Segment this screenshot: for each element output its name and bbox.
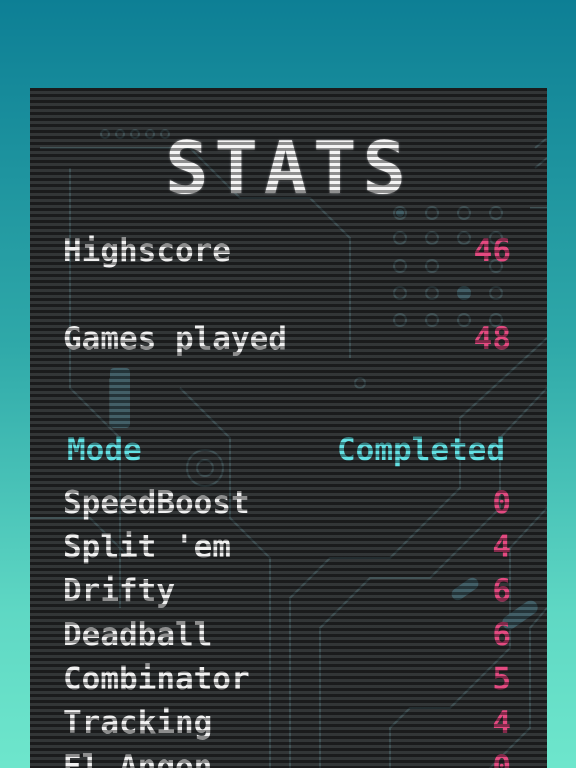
mode-row: Deadball 6 xyxy=(63,620,511,651)
mode-row: Split 'em 4 xyxy=(63,532,511,563)
stats-panel: STATS Highscore 46 Games played 48 Mode … xyxy=(30,88,547,768)
mode-completed-count: 5 xyxy=(492,661,511,697)
mode-completed-count: 0 xyxy=(492,749,511,768)
mode-completed-count: 0 xyxy=(492,485,511,521)
mode-column-header: Mode xyxy=(67,432,142,468)
highscore-value: 46 xyxy=(473,233,511,269)
games-played-row: Games played 48 xyxy=(63,324,511,355)
mode-name: Deadball xyxy=(63,617,213,653)
mode-name: SpeedBoost xyxy=(63,485,250,521)
games-played-label: Games played xyxy=(63,321,287,357)
stats-title: STATS xyxy=(165,126,412,210)
mode-completed-count: 6 xyxy=(492,573,511,609)
mode-row: El Angon 0 xyxy=(63,752,511,768)
mode-name: El Angon xyxy=(63,749,213,768)
completed-column-header: Completed xyxy=(337,432,505,468)
mode-name: Split 'em xyxy=(63,529,231,565)
mode-row: Combinator 5 xyxy=(63,664,511,695)
mode-name: Drifty xyxy=(63,573,175,609)
mode-completed-count: 6 xyxy=(492,617,511,653)
mode-row: Tracking 4 xyxy=(63,708,511,739)
games-played-value: 48 xyxy=(473,321,511,357)
mode-name: Tracking xyxy=(63,705,213,741)
mode-completed-count: 4 xyxy=(492,529,511,565)
highscore-row: Highscore 46 xyxy=(63,236,511,267)
highscore-label: Highscore xyxy=(63,233,231,269)
mode-completed-count: 4 xyxy=(492,705,511,741)
mode-row: Drifty 6 xyxy=(63,576,511,607)
mode-name: Combinator xyxy=(63,661,250,697)
modes-table-header: Mode Completed xyxy=(67,435,505,466)
mode-row: SpeedBoost 0 xyxy=(63,488,511,519)
